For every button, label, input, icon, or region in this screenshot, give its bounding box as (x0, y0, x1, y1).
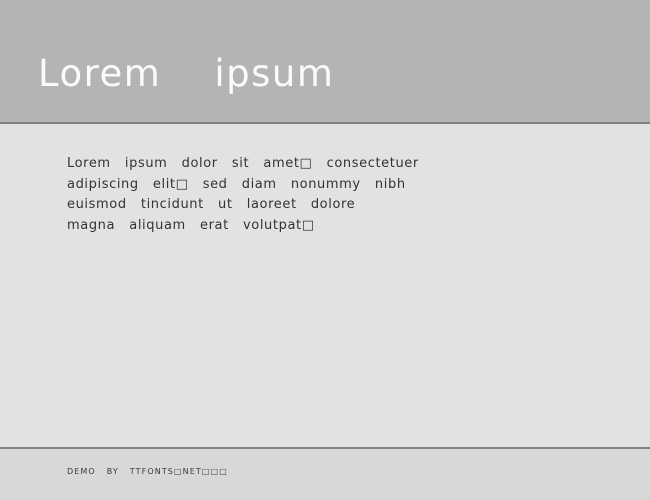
font-specimen-page: Lorem ipsum Lorem ipsum dolor sit amet□ … (0, 0, 650, 500)
sample-line: Lorem ipsum dolor sit amet□ consectetuer (67, 156, 419, 171)
sample-line: magna aliquam erat volutpat□ (67, 217, 315, 233)
demo-credit-label: DEMO BY TTFONTS□NET□□□ (67, 467, 228, 476)
footer-band: DEMO BY TTFONTS□NET□□□ (0, 449, 650, 500)
specimen-body: Lorem ipsum dolor sit amet□ consectetuer… (0, 124, 650, 447)
sample-line: adipiscing elit□ sed diam nonummy nibh (67, 176, 406, 192)
sample-text-block: Lorem ipsum dolor sit amet□ consectetuer… (67, 154, 537, 236)
page-title: Lorem ipsum (38, 52, 335, 95)
header-band: Lorem ipsum (0, 0, 650, 122)
sample-line: euismod tincidunt ut laoreet dolore (67, 197, 356, 212)
